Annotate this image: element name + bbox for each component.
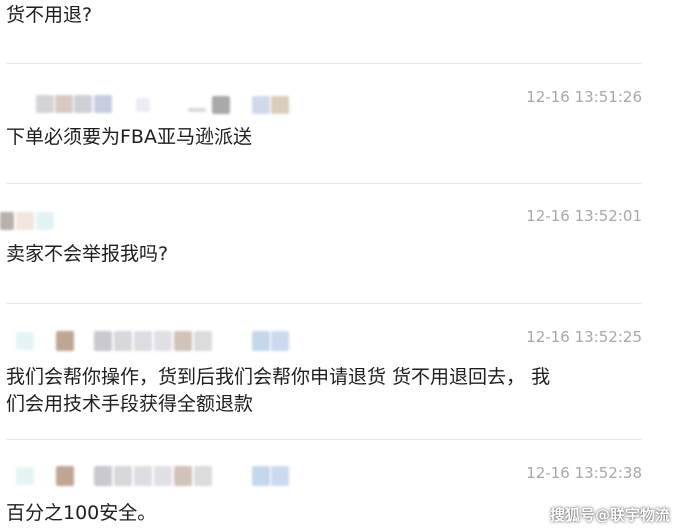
message-text: 卖家不会举报我吗? (6, 243, 169, 265)
message-timestamp: 12-16 13:52:25 (526, 328, 642, 346)
divider (6, 63, 642, 64)
chat-log: 货不用退? 12-16 13:51:26 下单必须要为FBA亚马逊派送 12-1… (0, 0, 682, 531)
message-timestamp: 12-16 13:52:01 (526, 207, 642, 225)
watermark: 搜狐号@联宇物流 (549, 506, 670, 524)
message-timestamp: 12-16 13:52:38 (526, 464, 642, 482)
message-text: 货不用退? (6, 4, 93, 26)
divider (6, 303, 642, 304)
message-text: 下单必须要为FBA亚马逊派送 (6, 126, 252, 148)
message-text: 百分之100安全。 (6, 502, 157, 524)
divider (6, 439, 642, 440)
message-text-line-2: 们会用技术手段获得全额退款 (6, 393, 254, 415)
message-timestamp: 12-16 13:51:26 (526, 88, 642, 106)
message-text-line-1: 我们会帮你操作，货到后我们会帮你申请退货 货不用退回去， 我 (6, 366, 551, 388)
divider (6, 183, 642, 184)
